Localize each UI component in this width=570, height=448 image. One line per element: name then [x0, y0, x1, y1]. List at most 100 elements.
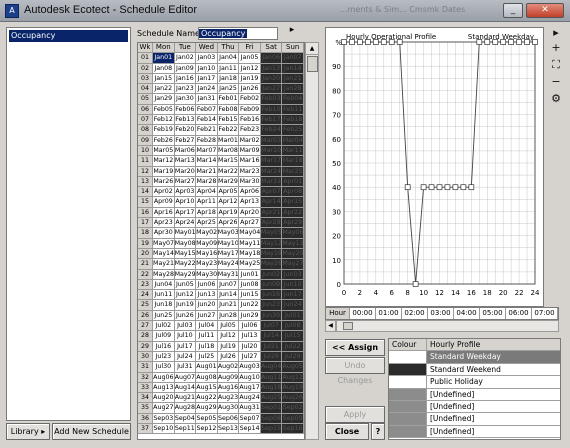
hour-cell[interactable]: 05:00 [480, 308, 506, 319]
day-cell[interactable]: Jun07 [217, 279, 240, 291]
day-cell[interactable]: Jun22 [239, 300, 261, 311]
colour-swatch[interactable] [389, 388, 427, 400]
hscroll-thumb[interactable] [343, 322, 353, 330]
day-cell[interactable]: Jan05 [239, 53, 261, 64]
day-cell[interactable]: Jan03 [196, 53, 218, 64]
schedule-list[interactable]: Occupancy [6, 27, 131, 421]
day-cell[interactable]: Mar19 [153, 166, 175, 177]
day-cell[interactable]: Aug08 [196, 372, 218, 383]
day-cell[interactable]: Apr07 [260, 187, 283, 198]
day-cell[interactable]: Jul02 [153, 321, 175, 332]
hour-cell[interactable]: 01:00 [376, 308, 402, 319]
day-cell[interactable]: Apr24 [174, 218, 197, 229]
day-cell[interactable]: Apr12 [217, 197, 240, 208]
day-cell[interactable]: May26 [260, 259, 283, 270]
minimize-button[interactable]: _ [503, 3, 523, 18]
day-cell[interactable]: Jun06 [196, 279, 218, 291]
day-cell[interactable]: Feb08 [217, 104, 240, 116]
day-cell[interactable]: Apr17 [174, 207, 197, 219]
day-cell[interactable]: Jan25 [217, 84, 240, 95]
colour-swatch[interactable] [389, 363, 427, 376]
day-cell[interactable]: Aug09 [217, 372, 240, 383]
day-cell[interactable]: Jan14 [282, 63, 304, 74]
day-cell[interactable]: Mar05 [153, 145, 175, 157]
day-cell[interactable]: Feb04 [282, 94, 304, 105]
day-cell[interactable]: Sep16 [282, 423, 304, 435]
day-cell[interactable]: Sep01 [260, 403, 283, 414]
day-cell[interactable]: Sep08 [260, 413, 283, 424]
day-cell[interactable]: May03 [217, 228, 240, 239]
day-cell[interactable]: Jul18 [196, 341, 218, 352]
day-cell[interactable]: Feb06 [174, 104, 197, 116]
apply-button[interactable]: Apply [325, 406, 385, 423]
day-cell[interactable]: Feb02 [239, 94, 261, 105]
day-cell[interactable]: Jul17 [174, 341, 197, 352]
day-cell[interactable]: Feb03 [260, 94, 283, 105]
schedule-list-item-occupancy[interactable]: Occupancy [9, 30, 128, 42]
day-cell[interactable]: Jan13 [260, 63, 283, 74]
day-cell[interactable]: Mar18 [282, 156, 304, 167]
day-cell[interactable]: Jul10 [174, 331, 197, 342]
day-cell[interactable]: Apr15 [282, 197, 304, 208]
day-cell[interactable]: May31 [217, 269, 240, 280]
day-cell[interactable]: Jan23 [174, 84, 197, 95]
day-cell[interactable]: May13 [282, 238, 304, 249]
scrollbar-thumb[interactable] [307, 56, 318, 72]
day-cell[interactable]: Sep05 [196, 413, 218, 424]
day-cell[interactable]: May04 [239, 228, 261, 239]
day-cell[interactable]: Apr23 [153, 218, 175, 229]
day-cell[interactable]: Apr10 [174, 197, 197, 208]
day-cell[interactable]: Jun19 [174, 300, 197, 311]
day-cell[interactable]: Feb07 [196, 104, 218, 116]
colour-swatch[interactable] [389, 413, 427, 425]
day-cell[interactable]: Jan02 [174, 53, 197, 64]
day-cell[interactable]: Jul22 [282, 341, 304, 352]
hour-cell[interactable]: 07:00 [532, 308, 558, 319]
day-cell[interactable]: Jan28 [282, 84, 304, 95]
day-cell[interactable]: Jun15 [239, 290, 261, 301]
day-cell[interactable]: Jul19 [217, 341, 240, 352]
day-cell[interactable]: Feb20 [174, 125, 197, 136]
hour-scrollbar[interactable] [336, 320, 559, 332]
day-cell[interactable]: Feb05 [153, 104, 175, 116]
colour-swatch[interactable] [389, 425, 427, 438]
day-cell[interactable]: Jun14 [217, 290, 240, 301]
day-cell[interactable]: Mar01 [217, 135, 240, 146]
day-cell[interactable]: May08 [174, 238, 197, 249]
day-cell[interactable]: Apr26 [217, 218, 240, 229]
day-cell[interactable]: Mar22 [217, 166, 240, 177]
day-cell[interactable]: Mar02 [239, 135, 261, 146]
day-cell[interactable]: Jan20 [260, 73, 283, 85]
day-cell[interactable]: Jul14 [260, 331, 283, 342]
zoom-out-icon[interactable]: − [549, 75, 563, 89]
day-cell[interactable]: Jun10 [282, 279, 304, 291]
day-cell[interactable]: Jul30 [153, 362, 175, 373]
day-cell[interactable]: Mar31 [260, 176, 283, 188]
day-cell[interactable]: Jul20 [239, 341, 261, 352]
day-cell[interactable]: Jul29 [282, 351, 304, 363]
day-cell[interactable]: Jun16 [260, 290, 283, 301]
day-cell[interactable]: May23 [196, 259, 218, 270]
assign-button[interactable]: << Assign [325, 339, 385, 356]
day-cell[interactable]: Jan08 [153, 63, 175, 74]
close-window-button[interactable]: ✕ [526, 3, 564, 18]
day-cell[interactable]: Jun24 [282, 300, 304, 311]
day-cell[interactable]: Aug04 [260, 362, 283, 373]
day-cell[interactable]: Jun18 [153, 300, 175, 311]
day-cell[interactable]: Aug16 [217, 382, 240, 394]
day-cell[interactable]: Jan30 [174, 94, 197, 105]
day-cell[interactable]: Jul04 [196, 321, 218, 332]
day-cell[interactable]: Apr18 [196, 207, 218, 219]
day-cell[interactable]: Jul09 [153, 331, 175, 342]
day-cell[interactable]: Apr04 [196, 187, 218, 198]
day-cell[interactable]: Jan31 [196, 94, 218, 105]
day-cell[interactable]: Apr09 [153, 197, 175, 208]
day-cell[interactable]: Jul16 [153, 341, 175, 352]
day-cell[interactable]: Mar03 [260, 135, 283, 146]
day-cell[interactable]: May24 [217, 259, 240, 270]
day-cell[interactable]: May01 [174, 228, 197, 239]
day-cell[interactable]: Jun25 [153, 310, 175, 322]
day-cell[interactable]: Mar20 [174, 166, 197, 177]
day-cell[interactable]: May28 [153, 269, 175, 280]
day-cell[interactable]: May20 [282, 248, 304, 260]
